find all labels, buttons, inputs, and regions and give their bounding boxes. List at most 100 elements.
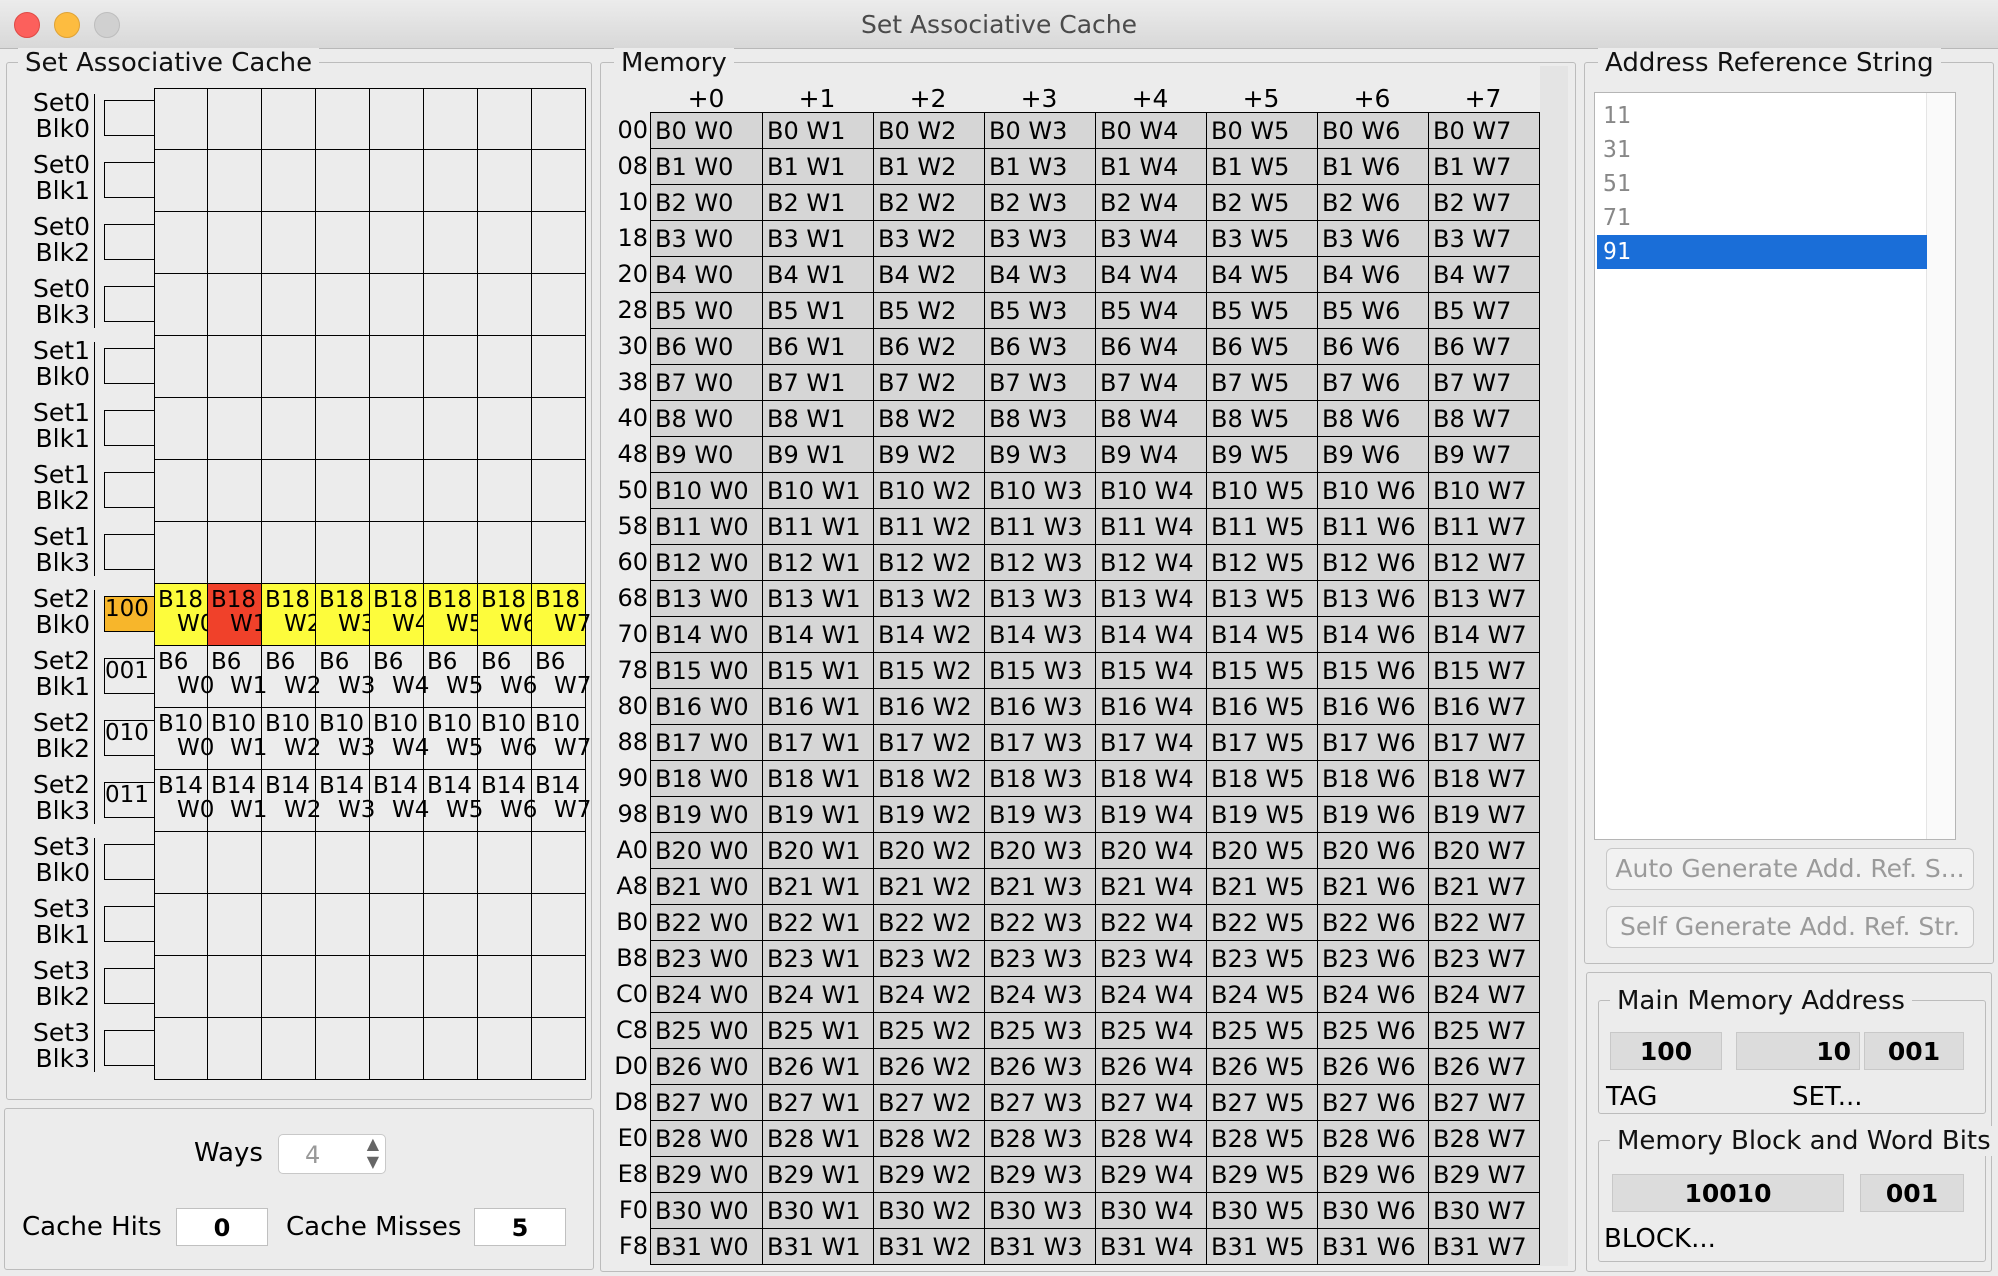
ways-value: 4	[305, 1141, 321, 1169]
memory-row: B22 W0 B22 W1 B22 W2 B22 W3 B22 W4 B22 W5 B22 …	[651, 905, 1540, 941]
memory-cell: B1 W1	[763, 149, 874, 185]
cache-cell: B18 W5	[424, 584, 483, 646]
memory-cell: B2 W4	[1096, 185, 1207, 221]
memory-cell: B16 W2	[874, 689, 985, 725]
address-list-item[interactable]: 51	[1597, 167, 1927, 201]
cache-panel-title: Set Associative Cache	[18, 48, 320, 78]
memory-row-address: 38	[617, 368, 648, 396]
memory-cell: B9 W4	[1096, 437, 1207, 473]
memory-cell: B26 W7	[1429, 1049, 1540, 1085]
memory-row: B27 W0 B27 W1 B27 W2 B27 W3 B27 W4 B27 W5 B27 …	[651, 1085, 1540, 1121]
memory-cell: B26 W5	[1207, 1049, 1318, 1085]
address-list-item[interactable]: 31	[1597, 133, 1927, 167]
memory-cell: B16 W6	[1318, 689, 1429, 725]
memory-cell: B5 W0	[651, 293, 763, 329]
memory-row-address: 98	[617, 800, 648, 828]
memory-cell: B19 W5	[1207, 797, 1318, 833]
cache-line-label: Set0 Blk0	[22, 90, 90, 142]
memory-row: B1 W0 B1 W1 B1 W2 B1 W3 B1 W4 B1 W5 B1 W6 B1 W7	[651, 149, 1540, 185]
cache-tag	[104, 534, 155, 570]
cache-cell	[532, 274, 586, 336]
memory-cell: B10 W0	[651, 473, 763, 509]
memory-cell: B5 W1	[763, 293, 874, 329]
memory-row-address: E8	[617, 1160, 648, 1188]
memory-cell: B15 W4	[1096, 653, 1207, 689]
cache-line: Set3 Blk3	[22, 1018, 588, 1080]
memory-cell: B29 W3	[985, 1157, 1096, 1193]
cache-line-label: Set1 Blk0	[22, 338, 90, 390]
memory-cell: B31 W4	[1096, 1229, 1207, 1265]
cache-cell	[478, 88, 532, 150]
cache-cell	[478, 336, 532, 398]
memory-row: B9 W0 B9 W1 B9 W2 B9 W3 B9 W4 B9 W5 B9 W6 B9 W7	[651, 437, 1540, 473]
memory-cell: B13 W1	[763, 581, 874, 617]
cache-block-label: Blk2	[35, 238, 90, 267]
memory-cell: B25 W7	[1429, 1013, 1540, 1049]
memory-cell: B16 W7	[1429, 689, 1540, 725]
memory-row-address: B0	[616, 908, 648, 936]
cache-cell	[478, 274, 532, 336]
memory-cell: B2 W7	[1429, 185, 1540, 221]
memory-row-address: 50	[617, 476, 648, 504]
address-list-item[interactable]: 11	[1597, 99, 1927, 133]
cache-line: Set0 Blk1	[22, 150, 588, 212]
memory-row: B24 W0 B24 W1 B24 W2 B24 W3 B24 W4 B24 W5 B24 …	[651, 977, 1540, 1013]
memory-cell: B8 W6	[1318, 401, 1429, 437]
address-reference-list[interactable]: 11 31 51 71 91	[1594, 92, 1956, 840]
memory-cell: B8 W7	[1429, 401, 1540, 437]
cache-cell	[370, 522, 424, 584]
memory-cell: B2 W2	[874, 185, 985, 221]
memory-cell: B15 W7	[1429, 653, 1540, 689]
memory-cell: B1 W2	[874, 149, 985, 185]
cache-cell	[370, 274, 424, 336]
memory-row-address: F0	[618, 1196, 648, 1224]
cache-cell-block: B18	[427, 587, 473, 613]
cache-tag: 010	[104, 720, 155, 756]
memory-cell: B2 W5	[1207, 185, 1318, 221]
cache-cell	[532, 336, 586, 398]
memory-cell: B6 W1	[763, 329, 874, 365]
memory-cell: B22 W0	[651, 905, 763, 941]
cache-cell-block: B10	[265, 711, 311, 737]
cache-line-label: Set3 Blk1	[22, 896, 90, 948]
cache-cell	[262, 336, 316, 398]
memory-cell: B23 W5	[1207, 941, 1318, 977]
cache-cell	[208, 336, 262, 398]
cache-cell	[478, 832, 532, 894]
auto-generate-button[interactable]: Auto Generate Add. Ref. S...	[1606, 848, 1974, 890]
cache-set-label: Set2	[33, 708, 90, 737]
cache-line-label: Set0 Blk1	[22, 152, 90, 204]
cache-set-label: Set3	[33, 894, 90, 923]
ways-stepper[interactable]: 4 ▲ ▼	[278, 1134, 386, 1174]
cache-block-label: Blk1	[35, 176, 90, 205]
set-value: 10	[1736, 1032, 1860, 1070]
memory-cell: B17 W5	[1207, 725, 1318, 761]
memory-cell: B5 W7	[1429, 293, 1540, 329]
memory-cell: B2 W6	[1318, 185, 1429, 221]
cache-set-label: Set2	[33, 770, 90, 799]
cache-tag	[104, 968, 155, 1004]
memory-cell: B4 W0	[651, 257, 763, 293]
cache-line-label: Set2 Blk0	[22, 586, 90, 638]
memory-cell: B8 W5	[1207, 401, 1318, 437]
address-list-item[interactable]: 71	[1597, 201, 1927, 235]
self-generate-button[interactable]: Self Generate Add. Ref. Str.	[1606, 906, 1974, 948]
address-list-item[interactable]: 91	[1597, 235, 1927, 269]
cache-cell-block: B14	[427, 773, 473, 799]
stepper-arrows-icon[interactable]: ▲ ▼	[367, 1135, 379, 1171]
memory-scroll-track[interactable]	[1540, 66, 1568, 1266]
memory-cell: B7 W7	[1429, 365, 1540, 401]
memory-row-address: 48	[617, 440, 648, 468]
cache-line: Set2 Blk2 010 B10 W0 B10 W1 B10 W2 B10 W3 B10 W4 B10 W…	[22, 708, 591, 770]
cache-cell-block: B14	[373, 773, 419, 799]
memory-row: B29 W0 B29 W1 B29 W2 B29 W3 B29 W4 B29 W5 B29 …	[651, 1157, 1540, 1193]
address-list-scrollbar[interactable]	[1926, 93, 1955, 839]
memory-cell: B1 W5	[1207, 149, 1318, 185]
memory-cell: B30 W3	[985, 1193, 1096, 1229]
cache-cell	[262, 894, 316, 956]
cache-cell	[532, 522, 586, 584]
memory-cell: B0 W5	[1207, 113, 1318, 149]
memory-cell: B24 W5	[1207, 977, 1318, 1013]
memory-row: B12 W0 B12 W1 B12 W2 B12 W3 B12 W4 B12 W5 B12 …	[651, 545, 1540, 581]
memory-cell: B12 W6	[1318, 545, 1429, 581]
